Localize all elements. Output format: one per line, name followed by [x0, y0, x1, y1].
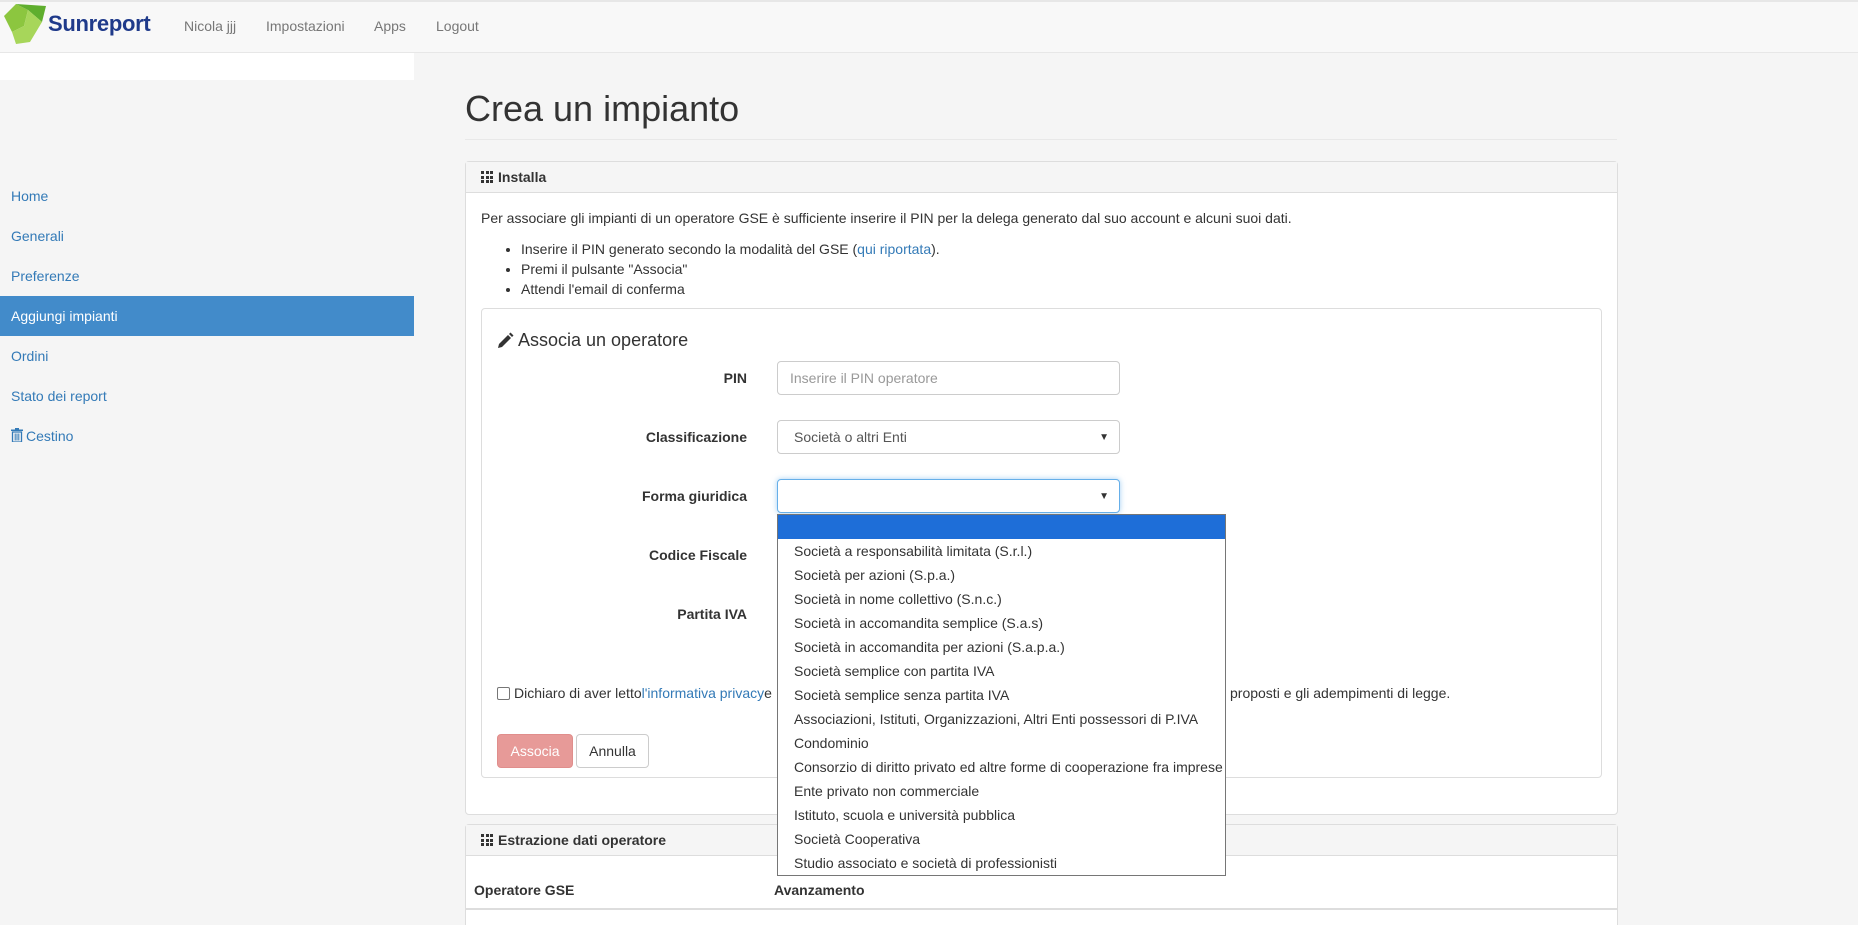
- sidebar-item-ordini[interactable]: Ordini: [0, 336, 414, 376]
- step-1-text: Inserire il PIN generato secondo la moda…: [521, 241, 858, 257]
- install-intro: Per associare gli impianti di un operato…: [481, 210, 1292, 226]
- sidebar-item-cestino[interactable]: Cestino: [0, 416, 414, 456]
- nav-logout[interactable]: Logout: [436, 18, 479, 34]
- classification-value: Società o altri Enti: [794, 429, 907, 445]
- privacy-checkbox[interactable]: [497, 686, 510, 700]
- page-title: Crea un impianto: [465, 88, 740, 129]
- sidebar-item-stato-report[interactable]: Stato dei report: [0, 376, 414, 416]
- privacy-consent: Dichiaro di aver letto l'informativa pri…: [497, 685, 772, 701]
- classification-select[interactable]: Società o altri Enti ▼: [777, 420, 1120, 454]
- privacy-text-middle: e: [764, 685, 772, 701]
- pencil-icon: [498, 332, 514, 348]
- chevron-down-icon: ▼: [1099, 490, 1109, 502]
- sidebar-item-home[interactable]: Home: [0, 176, 414, 216]
- dropdown-option[interactable]: Società in accomandita semplice (S.a.s): [778, 611, 1225, 635]
- associate-form-title: Associa un operatore: [496, 330, 688, 351]
- extraction-panel-title: Estrazione dati operatore: [498, 832, 667, 848]
- classification-label: Classificazione: [645, 429, 747, 445]
- brand[interactable]: Sunreport: [2, 2, 151, 46]
- tax-code-label: Codice Fiscale: [648, 547, 747, 563]
- cancel-button[interactable]: Annulla: [576, 734, 649, 768]
- brand-name: Sunreport: [48, 11, 151, 36]
- privacy-link[interactable]: l'informativa privacy: [642, 685, 765, 701]
- step-1-suffix: ).: [931, 241, 940, 257]
- dropdown-option[interactable]: Società in nome collettivo (S.n.c.): [778, 587, 1225, 611]
- install-panel-heading: Installa: [466, 162, 1617, 193]
- nav-apps[interactable]: Apps: [374, 18, 406, 34]
- dropdown-option[interactable]: Società in accomandita per azioni (S.a.p…: [778, 635, 1225, 659]
- gse-instructions-link[interactable]: qui riportata: [857, 241, 931, 257]
- dropdown-option[interactable]: Ente privato non commerciale: [778, 779, 1225, 803]
- privacy-text: Dichiaro di aver letto: [514, 685, 642, 701]
- dropdown-option[interactable]: Studio associato e società di profession…: [778, 851, 1225, 875]
- legal-form-dropdown-list: Società a responsabilità limitata (S.r.l…: [777, 514, 1226, 876]
- privacy-text-tail: proposti e gli adempimenti di legge.: [1230, 685, 1451, 701]
- dropdown-option[interactable]: Istituto, scuola e università pubblica: [778, 803, 1225, 827]
- pin-label: PIN: [723, 370, 747, 386]
- pin-input[interactable]: Inserire il PIN operatore: [777, 361, 1120, 395]
- sidebar-item-aggiungi-impianti[interactable]: Aggiungi impianti: [0, 296, 414, 336]
- sidebar-item-preferenze[interactable]: Preferenze: [0, 256, 414, 296]
- grid-icon: [481, 834, 493, 846]
- dropdown-option[interactable]: Condominio: [778, 731, 1225, 755]
- dropdown-option[interactable]: Associazioni, Istituti, Organizzazioni, …: [778, 707, 1225, 731]
- title-divider: [465, 139, 1617, 140]
- chevron-down-icon: ▼: [1099, 431, 1109, 443]
- legal-form-select[interactable]: ▼: [777, 479, 1120, 513]
- dropdown-option[interactable]: Società per azioni (S.p.a.): [778, 563, 1225, 587]
- dropdown-option[interactable]: Società Cooperativa: [778, 827, 1225, 851]
- nav-settings[interactable]: Impostazioni: [266, 18, 345, 34]
- legal-form-label: Forma giuridica: [641, 488, 747, 504]
- dropdown-option-empty[interactable]: [778, 515, 1225, 539]
- install-steps: Inserire il PIN generato secondo la moda…: [521, 239, 940, 299]
- trash-icon: [11, 428, 23, 442]
- nav-user[interactable]: Nicola jjj: [184, 18, 236, 34]
- pin-input-placeholder: Inserire il PIN operatore: [790, 370, 938, 386]
- dropdown-option[interactable]: Consorzio di diritto privato ed altre fo…: [778, 755, 1225, 779]
- table-header-divider: [466, 908, 1617, 910]
- step-1: Inserire il PIN generato secondo la moda…: [521, 239, 940, 259]
- column-header-progress: Avanzamento: [774, 882, 865, 898]
- dropdown-option[interactable]: Società a responsabilità limitata (S.r.l…: [778, 539, 1225, 563]
- install-panel-title: Installa: [498, 169, 547, 185]
- associate-form-title-text: Associa un operatore: [518, 330, 689, 350]
- top-navbar: Sunreport Nicola jjj Impostazioni Apps L…: [0, 0, 1858, 53]
- column-header-operator: Operatore GSE: [474, 882, 575, 898]
- associate-button[interactable]: Associa: [497, 734, 573, 768]
- sidebar-item-cestino-label: Cestino: [26, 428, 74, 444]
- grid-icon: [481, 171, 493, 183]
- vat-label: Partita IVA: [677, 606, 747, 622]
- dropdown-option[interactable]: Società semplice senza partita IVA: [778, 683, 1225, 707]
- sunreport-logo-icon: [4, 4, 46, 44]
- step-3: Attendi l'email di conferma: [521, 279, 940, 299]
- dropdown-option[interactable]: Società semplice con partita IVA: [778, 659, 1225, 683]
- sidebar-item-generali[interactable]: Generali: [0, 216, 414, 256]
- step-2: Premi il pulsante "Associa": [521, 259, 940, 279]
